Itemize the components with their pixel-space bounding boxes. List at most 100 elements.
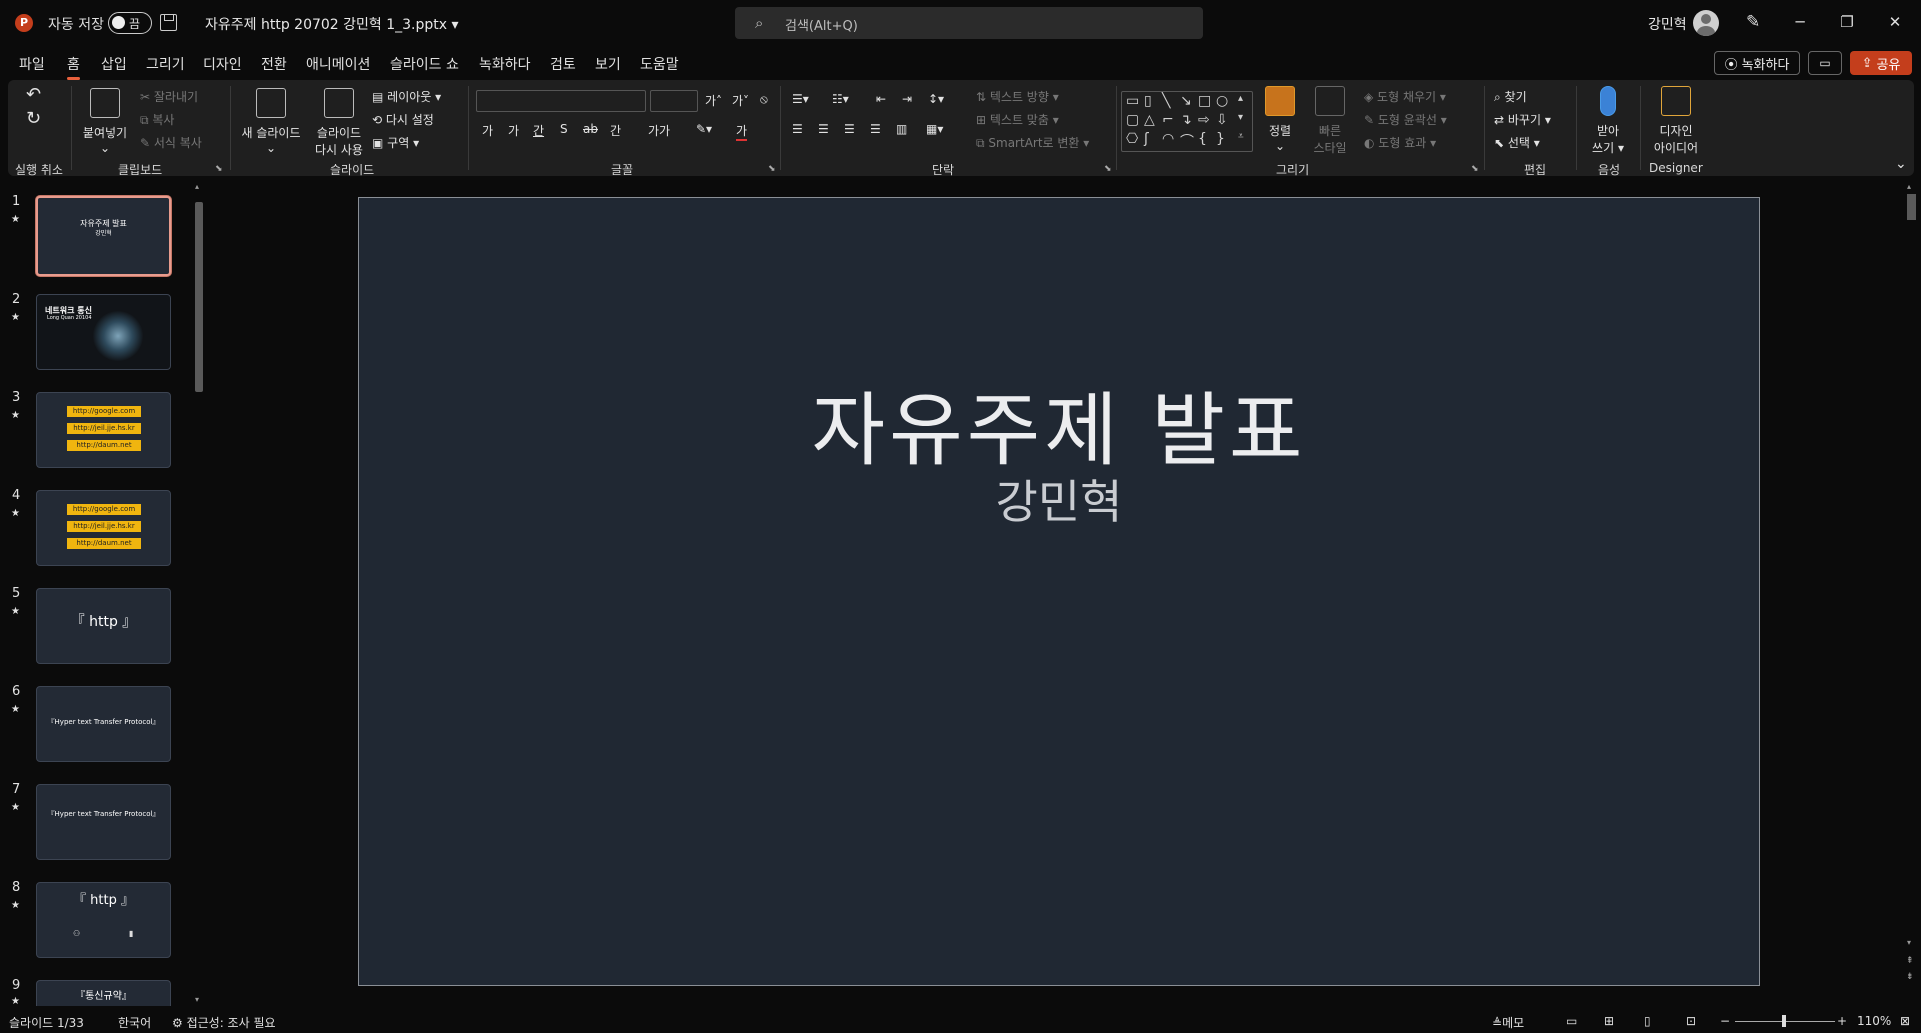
smartart-button[interactable]: ⧉ SmartArt로 변환 ▾ [976,134,1089,151]
tab-help[interactable]: 도움말 [640,54,679,74]
increase-indent-icon[interactable]: ⇥ [902,92,912,106]
oval-shape-icon[interactable]: ○ [1216,93,1228,109]
previous-slide-icon[interactable]: ⇞ [1906,956,1914,966]
slide-thumbnail[interactable]: 자유주제 발표 강민혁 [36,196,171,276]
paste-button[interactable]: 붙여넣기 ⌄ [80,88,130,155]
dialog-launcher-icon[interactable]: ⬊ [1471,164,1479,174]
distributed-icon[interactable]: ▥ [896,122,907,136]
highlight-icon[interactable]: ✎▾ [696,122,712,136]
copy-button[interactable]: ⧉ 복사 [140,111,174,128]
shapes-gallery[interactable]: ▭ ▯ ╲ ↘ □ ○ ▢ △ ⌐ ↴ ⇨ ⇩ ⎔ ʃ ◠ ⌒ { } ▴ ▾ … [1121,91,1253,152]
layout-button[interactable]: ▤ 레이아웃 ▾ [372,88,441,105]
tab-home[interactable]: 홈 [67,54,80,80]
tab-file[interactable]: 파일 [19,54,45,74]
design-ideas-button[interactable]: 디자인 아이디어 [1648,86,1704,156]
quick-styles-button[interactable]: 빠른 스타일 [1308,86,1352,156]
section-button[interactable]: ▣ 구역 ▾ [372,134,419,151]
slide-scrollbar[interactable]: ▴ ▾ ⇞ ⇟ [1904,182,1919,1010]
slide-thumbnail[interactable]: 『 http 』 [36,588,171,664]
change-case-button[interactable]: 가가 [648,122,670,139]
format-painter-button[interactable]: ✎ 서식 복사 [140,134,202,151]
numbering-icon[interactable]: ☷▾ [832,92,849,106]
dialog-launcher-icon[interactable]: ⬊ [768,164,776,174]
tab-review[interactable]: 검토 [550,54,576,74]
document-title[interactable]: 자유주제 http 20702 강민혁 1_3.pptx ▾ [205,14,459,34]
shape-fill-button[interactable]: ◈ 도형 채우기 ▾ [1364,88,1446,105]
reading-view-icon[interactable]: ▯ [1644,1014,1651,1028]
slide-subtitle[interactable]: 강민혁 [359,466,1759,532]
curve-shape-icon[interactable]: ◠ [1162,131,1174,147]
line-spacing-icon[interactable]: ↕▾ [928,92,944,106]
right-brace-shape-icon[interactable]: } [1216,131,1225,147]
bullets-icon[interactable]: ☰▾ [792,92,809,106]
tab-record[interactable]: 녹화하다 [479,54,531,74]
font-size-select[interactable] [650,90,698,112]
dialog-launcher-icon[interactable]: ⬊ [1104,164,1112,174]
clear-format-icon[interactable]: ⦸ [760,92,768,107]
minimize-button[interactable]: ─ [1785,10,1815,34]
select-button[interactable]: ⬉ 선택 ▾ [1494,134,1540,151]
slide-thumbnail[interactable]: 네트워크 통신 Long Quan 20104 [36,294,171,370]
redo-icon[interactable]: ↻ [26,108,41,129]
scrollbar-thumb[interactable] [195,202,203,392]
reset-button[interactable]: ⟲ 다시 설정 [372,111,434,128]
close-button[interactable]: ✕ [1880,10,1910,34]
autosave-toggle[interactable]: 끔 [108,12,152,34]
scroll-down-icon[interactable]: ▾ [195,995,199,1004]
zoom-level[interactable]: 110% [1857,1014,1891,1028]
undo-icon[interactable]: ↶ [26,84,41,105]
gallery-more-icon[interactable]: ⩡ [1238,131,1244,142]
gallery-down-icon[interactable]: ▾ [1238,112,1243,123]
zoom-out-button[interactable]: − [1720,1014,1730,1028]
search-input[interactable]: ⌕ 검색(Alt+Q) [735,7,1203,39]
pen-icon[interactable]: ✎ [1746,12,1760,32]
slide-thumbnail[interactable]: 『 http 』 ⚇ ▮ [36,882,171,958]
fit-to-window-icon[interactable]: ⊠ [1900,1014,1910,1028]
zoom-in-button[interactable]: + [1837,1014,1847,1028]
character-spacing-button[interactable]: 간 [610,122,621,139]
tab-design[interactable]: 디자인 [203,54,242,74]
cut-button[interactable]: ✂ 잘라내기 [140,88,198,105]
slide-thumbnail[interactable]: 『통신규약』 [36,980,171,1006]
restore-button[interactable]: ❐ [1832,10,1862,34]
arrange-button[interactable]: 정렬 ⌄ [1262,86,1298,153]
notes-button[interactable]: ≜메모 [1492,1014,1524,1031]
scroll-up-icon[interactable]: ▴ [195,182,199,191]
rounded-rect-shape-icon[interactable]: ▢ [1126,112,1139,128]
slide-thumbnail[interactable]: http://google.com http://jeil.jje.hs.kr … [36,392,171,468]
user-name[interactable]: 강민혁 [1648,14,1687,34]
slide-thumbnail[interactable]: 『Hyper text Transfer Protocol』 [36,686,171,762]
shape-effects-button[interactable]: ◐ 도형 효과 ▾ [1364,134,1436,151]
justify-icon[interactable]: ☰ [870,122,881,136]
accessibility-checker[interactable]: ⚙ 접근성: 조사 필요 [172,1014,276,1031]
decrease-font-icon[interactable]: 가˅ [732,92,749,109]
slide-thumbnail[interactable]: http://google.com http://jeil.jje.hs.kr … [36,490,171,566]
reuse-slides-button[interactable]: 슬라이드 다시 사용 [310,88,368,158]
left-brace-shape-icon[interactable]: { [1198,131,1207,147]
columns-icon[interactable]: ▦▾ [926,122,943,136]
italic-button[interactable]: 가 [508,122,519,139]
right-arrow-shape-icon[interactable]: ⇨ [1198,112,1210,128]
process-shape-icon[interactable]: ⎔ [1126,131,1138,147]
underline-button[interactable]: 간 [533,122,544,139]
scrollbar-thumb[interactable] [1907,194,1916,220]
collapse-ribbon-icon[interactable]: ⌄ [1895,156,1907,172]
comments-button[interactable]: ▭ [1808,51,1842,75]
new-slide-button[interactable]: 새 슬라이드 ⌄ [236,88,306,155]
rectangle-shape-icon[interactable]: □ [1198,93,1211,109]
align-text-button[interactable]: ⊞ 텍스트 맞춤 ▾ [976,111,1059,128]
avatar[interactable] [1693,10,1719,36]
elbow-arrow-shape-icon[interactable]: ↴ [1180,112,1192,128]
slide-thumbnail[interactable]: 『Hyper text Transfer Protocol』 [36,784,171,860]
decrease-indent-icon[interactable]: ⇤ [876,92,886,106]
align-left-icon[interactable]: ☰ [792,122,803,136]
elbow-connector-shape-icon[interactable]: ⌐ [1162,112,1174,128]
slide-canvas[interactable]: 자유주제 발표 강민혁 [358,197,1760,986]
gallery-up-icon[interactable]: ▴ [1238,93,1243,104]
textbox-shape-icon[interactable]: ▭ [1126,93,1139,109]
tab-slideshow[interactable]: 슬라이드 쇼 [390,54,459,74]
tab-insert[interactable]: 삽입 [101,54,127,74]
normal-view-icon[interactable]: ▭ [1566,1014,1577,1028]
text-direction-button[interactable]: ⇅ 텍스트 방향 ▾ [976,88,1059,105]
dialog-launcher-icon[interactable]: ⬊ [215,164,223,174]
